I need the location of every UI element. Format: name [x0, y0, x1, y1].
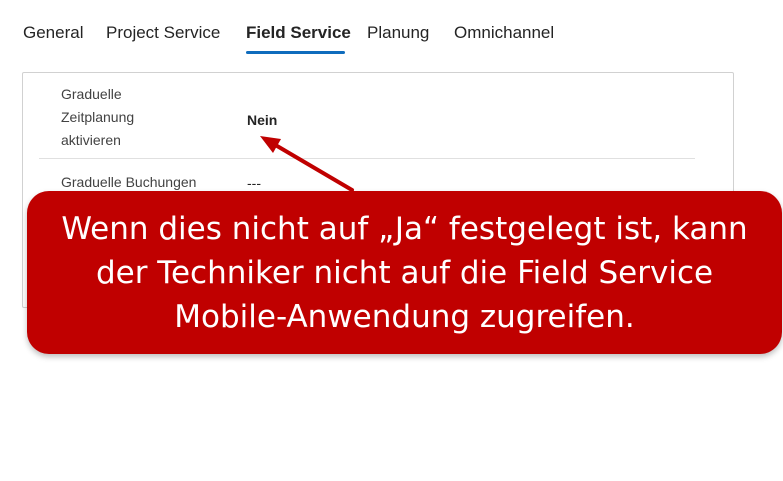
active-tab-indicator: [246, 51, 345, 54]
annotation-callout: Wenn dies nicht auf „Ja“ festgelegt ist,…: [27, 191, 782, 354]
field-value-graduelle-zeitplanung[interactable]: Nein: [247, 112, 277, 128]
tab-bar: General Project Service Field Service Pl…: [0, 20, 783, 54]
field-value-graduelle-buchungen[interactable]: ---: [247, 175, 261, 191]
page: General Project Service Field Service Pl…: [0, 0, 783, 481]
callout-text: Wenn dies nicht auf „Ja“ festgelegt ist,…: [61, 210, 748, 335]
tab-planung[interactable]: Planung: [367, 23, 429, 43]
field-label-graduelle-zeitplanung: Graduelle Zeitplanung aktivieren: [61, 86, 135, 148]
tab-field-service[interactable]: Field Service: [246, 23, 351, 43]
tab-general[interactable]: General: [23, 23, 83, 43]
tab-omnichannel[interactable]: Omnichannel: [454, 23, 554, 43]
field-divider: [39, 158, 695, 159]
tab-project-service[interactable]: Project Service: [106, 23, 220, 43]
